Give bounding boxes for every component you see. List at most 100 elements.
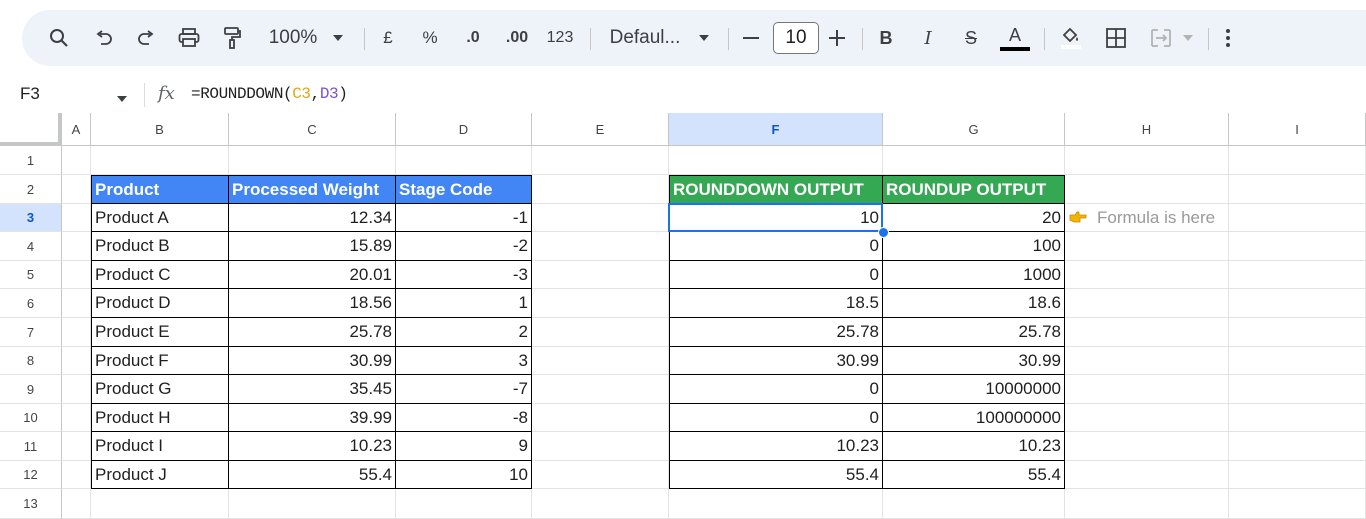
grid-cell[interactable]	[532, 461, 669, 489]
grid-cell[interactable]	[1065, 375, 1229, 404]
grid-cell[interactable]	[1065, 347, 1229, 375]
column-header-c[interactable]: C	[229, 113, 396, 146]
row-header-9[interactable]: 9	[0, 375, 62, 404]
table1-cell[interactable]: Product A	[91, 204, 229, 232]
paint-format-icon[interactable]	[218, 10, 246, 66]
column-header-b[interactable]: B	[91, 113, 229, 146]
table1-cell[interactable]: -7	[396, 375, 532, 404]
table2-cell[interactable]: 30.99	[669, 347, 883, 375]
table2-cell[interactable]: 25.78	[669, 318, 883, 347]
column-header-g[interactable]: G	[883, 113, 1065, 146]
print-icon[interactable]	[174, 10, 204, 66]
table2-cell[interactable]: 100	[883, 232, 1065, 261]
currency-format-button[interactable]: £	[376, 10, 400, 66]
column-header-i[interactable]: I	[1229, 113, 1366, 146]
undo-icon[interactable]	[90, 10, 118, 66]
grid-cell[interactable]	[532, 146, 669, 175]
grid-cell[interactable]	[532, 375, 669, 404]
table2-cell[interactable]: 0	[669, 261, 883, 289]
grid-cell[interactable]	[62, 375, 91, 404]
grid-cell[interactable]	[532, 404, 669, 432]
row-header-4[interactable]: 4	[0, 232, 62, 261]
grid-cell[interactable]	[62, 204, 91, 232]
table1-cell[interactable]: Product G	[91, 375, 229, 404]
column-header-f[interactable]: F	[669, 113, 883, 146]
table1-cell[interactable]: 3	[396, 347, 532, 375]
fill-handle[interactable]	[878, 227, 889, 238]
grid-cell[interactable]	[532, 175, 669, 204]
table1-cell[interactable]: Product J	[91, 461, 229, 489]
zoom-select[interactable]: 100%	[262, 10, 324, 66]
increase-font-size-icon[interactable]	[826, 10, 848, 66]
grid-cell[interactable]	[62, 461, 91, 489]
table2-cell[interactable]: 10000000	[883, 375, 1065, 404]
grid-cell[interactable]	[229, 489, 396, 519]
number-format-button[interactable]: 123	[544, 10, 576, 66]
bold-button[interactable]: B	[874, 10, 898, 66]
text-color-button[interactable]: A	[1000, 10, 1030, 66]
italic-button[interactable]: I	[916, 10, 940, 66]
font-chevron-down-icon[interactable]	[694, 10, 714, 66]
grid-cell[interactable]	[1065, 432, 1229, 461]
row-header-5[interactable]: 5	[0, 261, 62, 289]
table1-cell[interactable]: Product H	[91, 404, 229, 432]
grid-cell[interactable]	[1065, 261, 1229, 289]
table1-cell[interactable]: 18.56	[229, 289, 396, 318]
grid-cell[interactable]	[396, 489, 532, 519]
table1-cell[interactable]: -2	[396, 232, 532, 261]
percent-format-button[interactable]: %	[418, 10, 442, 66]
grid-cell[interactable]	[532, 489, 669, 519]
grid-cell[interactable]	[1065, 289, 1229, 318]
row-header-10[interactable]: 10	[0, 404, 62, 432]
merge-cells-icon[interactable]	[1146, 10, 1176, 66]
grid-cell[interactable]	[532, 289, 669, 318]
merge-chevron-down-icon[interactable]	[1180, 10, 1196, 66]
grid-cell[interactable]	[1065, 489, 1229, 519]
grid-cell[interactable]	[1229, 489, 1366, 519]
grid-cell[interactable]	[1229, 318, 1366, 347]
grid-cell[interactable]	[883, 146, 1065, 175]
table1-cell[interactable]: 9	[396, 432, 532, 461]
decrease-decimal-button[interactable]: .0	[458, 10, 488, 66]
formula-input[interactable]: =ROUNDDOWN(C3,D3)	[191, 85, 348, 103]
table2-cell[interactable]: 0	[669, 232, 883, 261]
grid-cell[interactable]	[883, 489, 1065, 519]
grid-cell[interactable]	[1229, 375, 1366, 404]
grid-cell[interactable]	[1065, 146, 1229, 175]
name-box[interactable]: F3	[20, 84, 40, 104]
row-header-2[interactable]: 2	[0, 175, 62, 204]
grid-cell[interactable]	[1229, 347, 1366, 375]
table1-cell[interactable]: Product D	[91, 289, 229, 318]
name-box-chevron-down-icon[interactable]	[116, 90, 128, 108]
grid-cell[interactable]	[532, 318, 669, 347]
table1-cell[interactable]: -1	[396, 204, 532, 232]
grid-cell[interactable]	[229, 146, 396, 175]
table1-cell[interactable]: 1	[396, 289, 532, 318]
table1-cell[interactable]: 35.45	[229, 375, 396, 404]
grid-cell[interactable]	[62, 261, 91, 289]
row-header-6[interactable]: 6	[0, 289, 62, 318]
grid-cell[interactable]	[1065, 404, 1229, 432]
row-header-12[interactable]: 12	[0, 461, 62, 489]
table2-cell[interactable]: 18.5	[669, 289, 883, 318]
increase-decimal-button[interactable]: .00	[500, 10, 534, 66]
table1-cell[interactable]: 25.78	[229, 318, 396, 347]
grid-cell[interactable]	[1065, 232, 1229, 261]
table1-cell[interactable]: 10	[396, 461, 532, 489]
grid-cell[interactable]	[396, 146, 532, 175]
table2-cell[interactable]: 10.23	[883, 432, 1065, 461]
search-icon[interactable]	[44, 10, 74, 66]
column-header-e[interactable]: E	[532, 113, 669, 146]
grid-cell[interactable]	[1065, 318, 1229, 347]
row-header-13[interactable]: 13	[0, 489, 62, 519]
grid-cell[interactable]	[1065, 175, 1229, 204]
grid-cell[interactable]	[1229, 289, 1366, 318]
grid-cell[interactable]	[91, 146, 229, 175]
grid-cell[interactable]	[1229, 261, 1366, 289]
more-options-icon[interactable]	[1220, 10, 1236, 66]
grid-cell[interactable]	[532, 432, 669, 461]
grid-cell[interactable]	[62, 289, 91, 318]
grid-cell[interactable]	[1229, 175, 1366, 204]
grid-cell[interactable]	[62, 146, 91, 175]
grid-cell[interactable]	[1229, 146, 1366, 175]
